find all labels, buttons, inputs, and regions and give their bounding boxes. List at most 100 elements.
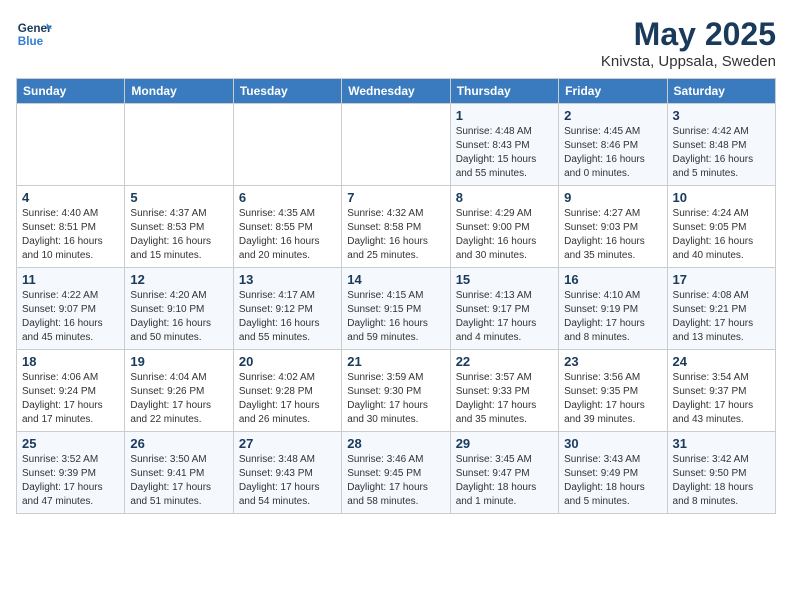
day-info: Sunrise: 3:59 AM Sunset: 9:30 PM Dayligh…	[347, 371, 444, 427]
calendar-cell: 16 Sunrise: 4:10 AM Sunset: 9:19 PM Dayli…	[559, 268, 667, 350]
day-info: Sunrise: 4:15 AM Sunset: 9:15 PM Dayligh…	[347, 289, 444, 345]
day-number: 23	[564, 354, 661, 369]
calendar-cell: 31Sunrise: 3:42 AM Sunset: 9:50 PM Dayli…	[667, 432, 775, 514]
calendar-cell: 2 Sunrise: 4:45 AM Sunset: 8:46 PM Daylig…	[559, 104, 667, 186]
calendar-cell: 28 Sunrise: 3:46 AM Sunset: 9:45 PM Dayli…	[342, 432, 450, 514]
col-header-monday: Monday	[125, 79, 233, 104]
day-info: Sunrise: 4:29 AM Sunset: 9:00 PM Dayligh…	[456, 207, 553, 263]
calendar-cell	[125, 104, 233, 186]
day-number: 25	[22, 436, 119, 451]
day-number: 7	[347, 190, 444, 205]
calendar-cell: 13 Sunrise: 4:17 AM Sunset: 9:12 PM Dayli…	[233, 268, 341, 350]
day-info: Sunrise: 4:17 AM Sunset: 9:12 PM Dayligh…	[239, 289, 336, 345]
calendar-header-row: SundayMondayTuesdayWednesdayThursdayFrid…	[17, 79, 776, 104]
day-info: Sunrise: 3:56 AM Sunset: 9:35 PM Dayligh…	[564, 371, 661, 427]
title-block: May 2025 Knivsta, Uppsala, Sweden	[601, 16, 776, 70]
calendar-week-5: 25 Sunrise: 3:52 AM Sunset: 9:39 PM Dayli…	[17, 432, 776, 514]
day-number: 19	[130, 354, 227, 369]
calendar-cell	[233, 104, 341, 186]
day-number: 17	[673, 272, 770, 287]
day-info: Sunrise: 4:37 AM Sunset: 8:53 PM Dayligh…	[130, 207, 227, 263]
day-info: Sunrise: 3:52 AM Sunset: 9:39 PM Dayligh…	[22, 453, 119, 509]
day-number: 1	[456, 108, 553, 123]
calendar-cell: 14 Sunrise: 4:15 AM Sunset: 9:15 PM Dayli…	[342, 268, 450, 350]
day-info: Sunrise: 4:42 AM Sunset: 8:48 PM Dayligh…	[673, 125, 770, 181]
day-number: 16	[564, 272, 661, 287]
calendar-cell: 11 Sunrise: 4:22 AM Sunset: 9:07 PM Dayli…	[17, 268, 125, 350]
day-number: 8	[456, 190, 553, 205]
calendar-cell	[342, 104, 450, 186]
page-header: General Blue May 2025 Knivsta, Uppsala, …	[16, 16, 776, 70]
day-info: Sunrise: 4:10 AM Sunset: 9:19 PM Dayligh…	[564, 289, 661, 345]
calendar-week-4: 18Sunrise: 4:06 AM Sunset: 9:24 PM Dayli…	[17, 350, 776, 432]
day-info: Sunrise: 4:22 AM Sunset: 9:07 PM Dayligh…	[22, 289, 119, 345]
day-info: Sunrise: 4:13 AM Sunset: 9:17 PM Dayligh…	[456, 289, 553, 345]
col-header-thursday: Thursday	[450, 79, 558, 104]
calendar-cell: 7 Sunrise: 4:32 AM Sunset: 8:58 PM Daylig…	[342, 186, 450, 268]
day-info: Sunrise: 3:48 AM Sunset: 9:43 PM Dayligh…	[239, 453, 336, 509]
day-info: Sunrise: 4:06 AM Sunset: 9:24 PM Dayligh…	[22, 371, 119, 427]
calendar-cell: 21 Sunrise: 3:59 AM Sunset: 9:30 PM Dayli…	[342, 350, 450, 432]
calendar-cell: 8 Sunrise: 4:29 AM Sunset: 9:00 PM Daylig…	[450, 186, 558, 268]
day-number: 26	[130, 436, 227, 451]
day-info: Sunrise: 4:27 AM Sunset: 9:03 PM Dayligh…	[564, 207, 661, 263]
day-info: Sunrise: 4:45 AM Sunset: 8:46 PM Dayligh…	[564, 125, 661, 181]
calendar-cell: 19Sunrise: 4:04 AM Sunset: 9:26 PM Dayli…	[125, 350, 233, 432]
day-number: 9	[564, 190, 661, 205]
logo-icon: General Blue	[16, 16, 52, 52]
day-number: 10	[673, 190, 770, 205]
calendar-cell: 15 Sunrise: 4:13 AM Sunset: 9:17 PM Dayli…	[450, 268, 558, 350]
calendar-cell: 29 Sunrise: 3:45 AM Sunset: 9:47 PM Dayli…	[450, 432, 558, 514]
day-info: Sunrise: 4:24 AM Sunset: 9:05 PM Dayligh…	[673, 207, 770, 263]
day-info: Sunrise: 3:45 AM Sunset: 9:47 PM Dayligh…	[456, 453, 553, 509]
calendar-cell: 18Sunrise: 4:06 AM Sunset: 9:24 PM Dayli…	[17, 350, 125, 432]
day-number: 13	[239, 272, 336, 287]
logo: General Blue	[16, 16, 52, 52]
calendar-cell: 22 Sunrise: 3:57 AM Sunset: 9:33 PM Dayli…	[450, 350, 558, 432]
calendar-cell: 9 Sunrise: 4:27 AM Sunset: 9:03 PM Daylig…	[559, 186, 667, 268]
day-number: 30	[564, 436, 661, 451]
day-number: 5	[130, 190, 227, 205]
calendar-body: 1Sunrise: 4:48 AM Sunset: 8:43 PM Daylig…	[17, 104, 776, 514]
day-number: 3	[673, 108, 770, 123]
day-number: 4	[22, 190, 119, 205]
day-info: Sunrise: 3:43 AM Sunset: 9:49 PM Dayligh…	[564, 453, 661, 509]
day-info: Sunrise: 3:46 AM Sunset: 9:45 PM Dayligh…	[347, 453, 444, 509]
day-number: 28	[347, 436, 444, 451]
day-info: Sunrise: 3:57 AM Sunset: 9:33 PM Dayligh…	[456, 371, 553, 427]
col-header-saturday: Saturday	[667, 79, 775, 104]
calendar-cell: 25 Sunrise: 3:52 AM Sunset: 9:39 PM Dayli…	[17, 432, 125, 514]
day-number: 22	[456, 354, 553, 369]
day-info: Sunrise: 4:40 AM Sunset: 8:51 PM Dayligh…	[22, 207, 119, 263]
day-number: 6	[239, 190, 336, 205]
calendar-cell	[17, 104, 125, 186]
calendar-cell: 4 Sunrise: 4:40 AM Sunset: 8:51 PM Daylig…	[17, 186, 125, 268]
calendar-table: SundayMondayTuesdayWednesdayThursdayFrid…	[16, 78, 776, 514]
calendar-cell: 30 Sunrise: 3:43 AM Sunset: 9:49 PM Dayli…	[559, 432, 667, 514]
day-info: Sunrise: 4:32 AM Sunset: 8:58 PM Dayligh…	[347, 207, 444, 263]
day-info: Sunrise: 4:20 AM Sunset: 9:10 PM Dayligh…	[130, 289, 227, 345]
col-header-sunday: Sunday	[17, 79, 125, 104]
day-number: 31	[673, 436, 770, 451]
day-number: 2	[564, 108, 661, 123]
calendar-week-1: 1Sunrise: 4:48 AM Sunset: 8:43 PM Daylig…	[17, 104, 776, 186]
calendar-week-3: 11 Sunrise: 4:22 AM Sunset: 9:07 PM Dayli…	[17, 268, 776, 350]
day-info: Sunrise: 3:50 AM Sunset: 9:41 PM Dayligh…	[130, 453, 227, 509]
day-number: 27	[239, 436, 336, 451]
day-number: 21	[347, 354, 444, 369]
day-number: 29	[456, 436, 553, 451]
col-header-tuesday: Tuesday	[233, 79, 341, 104]
day-number: 14	[347, 272, 444, 287]
calendar-cell: 24Sunrise: 3:54 AM Sunset: 9:37 PM Dayli…	[667, 350, 775, 432]
day-number: 11	[22, 272, 119, 287]
calendar-cell: 1Sunrise: 4:48 AM Sunset: 8:43 PM Daylig…	[450, 104, 558, 186]
day-number: 20	[239, 354, 336, 369]
day-number: 12	[130, 272, 227, 287]
calendar-cell: 20Sunrise: 4:02 AM Sunset: 9:28 PM Dayli…	[233, 350, 341, 432]
calendar-cell: 17Sunrise: 4:08 AM Sunset: 9:21 PM Dayli…	[667, 268, 775, 350]
calendar-cell: 27 Sunrise: 3:48 AM Sunset: 9:43 PM Dayli…	[233, 432, 341, 514]
day-number: 15	[456, 272, 553, 287]
calendar-cell: 5 Sunrise: 4:37 AM Sunset: 8:53 PM Daylig…	[125, 186, 233, 268]
svg-text:Blue: Blue	[18, 35, 44, 48]
col-header-wednesday: Wednesday	[342, 79, 450, 104]
